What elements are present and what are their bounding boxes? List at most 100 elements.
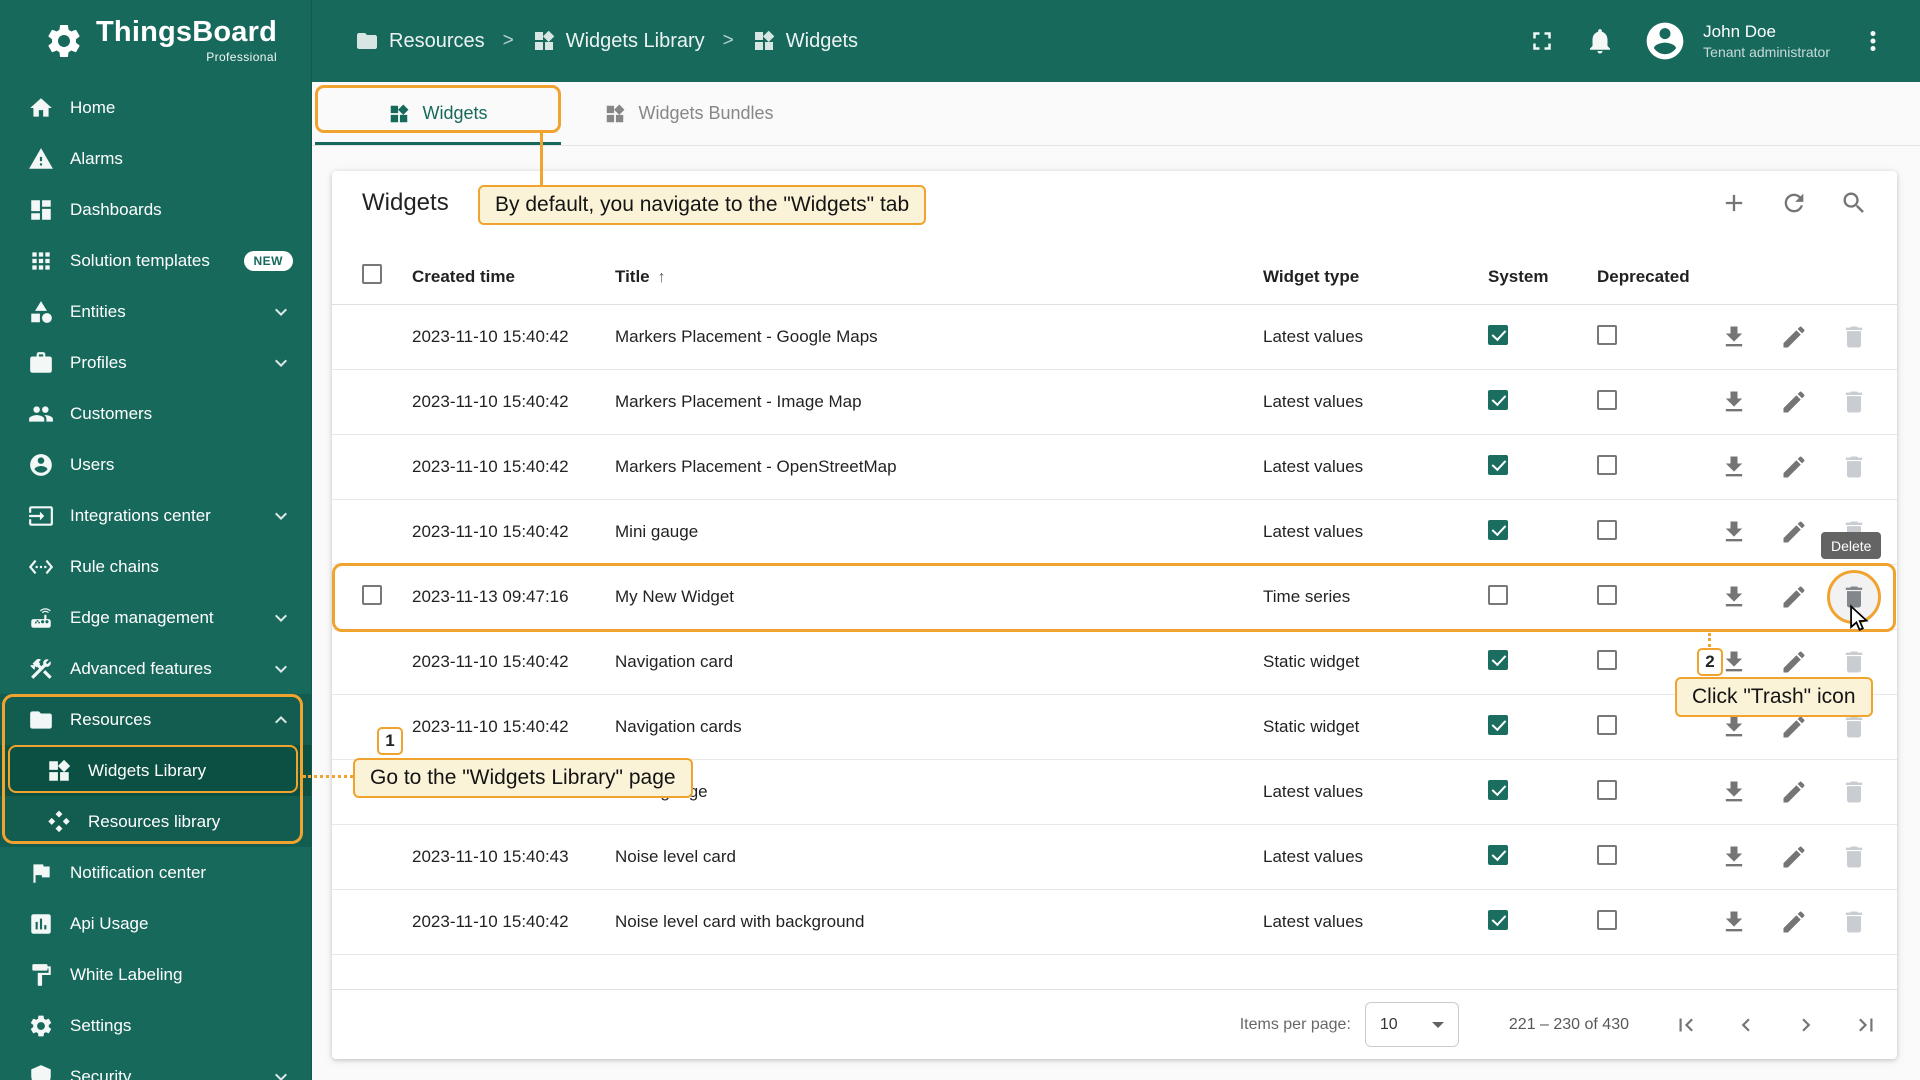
download-icon[interactable] xyxy=(1720,713,1748,741)
download-icon[interactable] xyxy=(1720,583,1748,611)
sidebar-item-dashboards[interactable]: Dashboards xyxy=(0,184,311,235)
tab-widgets[interactable]: Widgets xyxy=(315,82,561,145)
edit-icon[interactable] xyxy=(1780,518,1808,546)
trash-icon[interactable] xyxy=(1840,843,1868,871)
download-icon[interactable] xyxy=(1720,453,1748,481)
select-all-checkbox[interactable] xyxy=(362,264,382,284)
sidebar-item-profiles[interactable]: Profiles xyxy=(0,337,311,388)
avatar[interactable] xyxy=(1643,19,1687,63)
kebab-icon[interactable] xyxy=(1858,26,1888,56)
download-icon[interactable] xyxy=(1720,388,1748,416)
table-row[interactable]: 2023-11-10 15:40:42 Navigation card Stat… xyxy=(332,630,1897,695)
sidebar-item-edge-management[interactable]: Edge management xyxy=(0,592,311,643)
next-page-icon[interactable] xyxy=(1793,1012,1819,1038)
app-logo[interactable]: ThingsBoard Professional xyxy=(0,0,311,82)
table-row[interactable]: 2023-11-10 15:40:42 Navigation cards Sta… xyxy=(332,695,1897,760)
add-icon[interactable] xyxy=(1720,189,1748,217)
deprecated-checkbox[interactable] xyxy=(1597,780,1617,800)
edit-icon[interactable] xyxy=(1780,908,1808,936)
table-row[interactable]: 2023-11-10 15:40:42 Markers Placement - … xyxy=(332,435,1897,500)
column-header-created-time[interactable]: Created time xyxy=(412,267,615,287)
download-icon[interactable] xyxy=(1720,323,1748,351)
trash-icon[interactable] xyxy=(1840,583,1868,611)
table-row[interactable]: 2023-11-10 15:40:42 Neon gauge Latest va… xyxy=(332,760,1897,825)
fullscreen-icon[interactable] xyxy=(1527,26,1557,56)
column-header-deprecated[interactable]: Deprecated xyxy=(1597,267,1707,287)
deprecated-checkbox[interactable] xyxy=(1597,520,1617,540)
breadcrumb-resources[interactable]: Resources xyxy=(355,29,485,53)
edit-icon[interactable] xyxy=(1780,778,1808,806)
sidebar-item-widgets-library[interactable]: Widgets Library xyxy=(0,745,311,796)
download-icon[interactable] xyxy=(1720,778,1748,806)
sidebar-item-home[interactable]: Home xyxy=(0,82,311,133)
sidebar-item-entities[interactable]: Entities xyxy=(0,286,311,337)
system-checkbox[interactable] xyxy=(1488,325,1508,345)
deprecated-checkbox[interactable] xyxy=(1597,390,1617,410)
edit-icon[interactable] xyxy=(1780,843,1808,871)
sidebar-item-resources-library[interactable]: Resources library xyxy=(0,796,311,847)
sidebar-item-settings[interactable]: Settings xyxy=(0,1000,311,1051)
deprecated-checkbox[interactable] xyxy=(1597,325,1617,345)
system-checkbox[interactable] xyxy=(1488,390,1508,410)
sidebar-item-rule-chains[interactable]: Rule chains xyxy=(0,541,311,592)
sidebar-item-advanced-features[interactable]: Advanced features xyxy=(0,643,311,694)
sidebar-item-users[interactable]: Users xyxy=(0,439,311,490)
table-row[interactable]: 2023-11-10 15:40:42 Mini gauge Latest va… xyxy=(332,500,1897,565)
sidebar-item-resources[interactable]: Resources xyxy=(0,694,311,745)
breadcrumb-widgets[interactable]: Widgets xyxy=(752,29,858,53)
table-row[interactable]: 2023-11-13 09:47:16 My New Widget Time s… xyxy=(332,565,1897,630)
page-size-select[interactable]: 10 xyxy=(1365,1002,1459,1047)
trash-icon[interactable] xyxy=(1840,388,1868,416)
deprecated-checkbox[interactable] xyxy=(1597,845,1617,865)
download-icon[interactable] xyxy=(1720,843,1748,871)
download-icon[interactable] xyxy=(1720,518,1748,546)
row-checkbox[interactable] xyxy=(362,585,382,605)
sidebar-item-white-labeling[interactable]: White Labeling xyxy=(0,949,311,1000)
first-page-icon[interactable] xyxy=(1673,1012,1699,1038)
sidebar-item-notification-center[interactable]: Notification center xyxy=(0,847,311,898)
breadcrumb-widgets-library[interactable]: Widgets Library xyxy=(532,29,705,53)
deprecated-checkbox[interactable] xyxy=(1597,455,1617,475)
edit-icon[interactable] xyxy=(1780,583,1808,611)
sidebar-item-alarms[interactable]: Alarms xyxy=(0,133,311,184)
edit-icon[interactable] xyxy=(1780,453,1808,481)
sidebar-item-customers[interactable]: Customers xyxy=(0,388,311,439)
trash-icon[interactable] xyxy=(1840,713,1868,741)
trash-icon[interactable] xyxy=(1840,778,1868,806)
edit-icon[interactable] xyxy=(1780,323,1808,351)
sidebar-item-security[interactable]: Security xyxy=(0,1051,311,1080)
sidebar-item-solution-templates[interactable]: Solution templatesNEW xyxy=(0,235,311,286)
trash-icon[interactable] xyxy=(1840,518,1868,546)
system-checkbox[interactable] xyxy=(1488,650,1508,670)
system-checkbox[interactable] xyxy=(1488,780,1508,800)
system-checkbox[interactable] xyxy=(1488,910,1508,930)
prev-page-icon[interactable] xyxy=(1733,1012,1759,1038)
edit-icon[interactable] xyxy=(1780,648,1808,676)
edit-icon[interactable] xyxy=(1780,713,1808,741)
download-icon[interactable] xyxy=(1720,648,1748,676)
bell-icon[interactable] xyxy=(1585,26,1615,56)
trash-icon[interactable] xyxy=(1840,323,1868,351)
search-icon[interactable] xyxy=(1840,189,1868,217)
system-checkbox[interactable] xyxy=(1488,455,1508,475)
table-row[interactable]: 2023-11-10 15:40:42 Markers Placement - … xyxy=(332,305,1897,370)
system-checkbox[interactable] xyxy=(1488,585,1508,605)
tab-widgets-bundles[interactable]: Widgets Bundles xyxy=(575,82,803,145)
trash-icon[interactable] xyxy=(1840,908,1868,936)
download-icon[interactable] xyxy=(1720,908,1748,936)
column-header-title[interactable]: Title↑ xyxy=(615,267,1263,287)
system-checkbox[interactable] xyxy=(1488,845,1508,865)
system-checkbox[interactable] xyxy=(1488,520,1508,540)
sidebar-item-api-usage[interactable]: Api Usage xyxy=(0,898,311,949)
system-checkbox[interactable] xyxy=(1488,715,1508,735)
deprecated-checkbox[interactable] xyxy=(1597,715,1617,735)
table-row[interactable]: 2023-11-10 15:40:42 Noise level card wit… xyxy=(332,890,1897,955)
last-page-icon[interactable] xyxy=(1853,1012,1879,1038)
deprecated-checkbox[interactable] xyxy=(1597,585,1617,605)
table-row[interactable]: 2023-11-10 15:40:42 Markers Placement - … xyxy=(332,370,1897,435)
deprecated-checkbox[interactable] xyxy=(1597,910,1617,930)
refresh-icon[interactable] xyxy=(1780,189,1808,217)
deprecated-checkbox[interactable] xyxy=(1597,650,1617,670)
column-header-system[interactable]: System xyxy=(1488,267,1597,287)
column-header-widget-type[interactable]: Widget type xyxy=(1263,267,1488,287)
